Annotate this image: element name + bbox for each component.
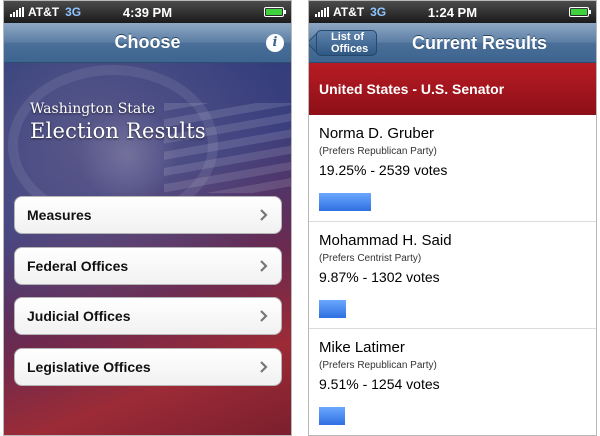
vote-bar bbox=[319, 193, 371, 211]
candidate-result: 9.87% - 1302 votes bbox=[319, 269, 440, 285]
candidate-result: 9.51% - 1254 votes bbox=[319, 376, 440, 392]
vote-bar bbox=[319, 407, 345, 425]
chevron-right-icon bbox=[260, 209, 268, 221]
battery-charging-icon bbox=[569, 7, 591, 17]
race-title-label: United States - U.S. Senator bbox=[319, 81, 505, 97]
candidate-row[interactable]: Mike Latimer (Prefers Republican Party) … bbox=[309, 329, 596, 435]
back-button[interactable]: List of Offices bbox=[316, 30, 378, 56]
menu-item-label: Federal Offices bbox=[27, 258, 129, 274]
network-type: 3G bbox=[370, 5, 387, 19]
battery-icon bbox=[264, 7, 286, 17]
candidate-name: Mohammad H. Said bbox=[319, 232, 452, 249]
candidate-party: (Prefers Centrist Party) bbox=[319, 253, 422, 264]
menu-item-federal-offices[interactable]: Federal Offices bbox=[14, 247, 282, 285]
candidate-party: (Prefers Republican Party) bbox=[319, 146, 437, 157]
chevron-right-icon bbox=[260, 260, 268, 272]
candidate-row[interactable]: Mohammad H. Said (Prefers Centrist Party… bbox=[309, 222, 596, 329]
menu-item-label: Judicial Offices bbox=[27, 308, 131, 324]
right-phone-screen: AT&T 3G 1:24 PM List of Offices Current … bbox=[308, 0, 597, 436]
vote-bar-track bbox=[319, 300, 579, 318]
chevron-right-icon bbox=[260, 310, 268, 322]
candidate-party: (Prefers Republican Party) bbox=[319, 360, 437, 371]
race-title: United States - U.S. Senator bbox=[309, 63, 596, 115]
brand-subtitle: Washington State bbox=[30, 101, 156, 117]
app-brand: Washington State Election Results bbox=[30, 101, 206, 143]
info-icon[interactable]: i bbox=[266, 34, 284, 52]
vote-bar-track bbox=[319, 193, 579, 211]
candidate-name: Mike Latimer bbox=[319, 339, 405, 356]
choose-background: Washington State Election Results Measur… bbox=[4, 63, 291, 435]
results-list[interactable]: Norma D. Gruber (Prefers Republican Part… bbox=[309, 115, 596, 435]
chevron-right-icon bbox=[260, 361, 268, 373]
candidate-name: Norma D. Gruber bbox=[319, 125, 435, 142]
status-bar: AT&T 3G 1:24 PM bbox=[309, 1, 596, 23]
network-type: 3G bbox=[65, 5, 82, 19]
menu-item-legislative-offices[interactable]: Legislative Offices bbox=[14, 348, 282, 386]
menu-item-label: Legislative Offices bbox=[27, 359, 151, 375]
signal-strength-icon bbox=[315, 7, 329, 17]
left-phone-screen: AT&T 3G 4:39 PM Choose i Washington Stat… bbox=[3, 0, 292, 436]
signal-strength-icon bbox=[10, 7, 24, 17]
carrier-name: AT&T bbox=[28, 5, 60, 19]
candidate-row[interactable]: Norma D. Gruber (Prefers Republican Part… bbox=[309, 115, 596, 222]
menu-item-label: Measures bbox=[27, 207, 92, 223]
brand-title: Election Results bbox=[30, 119, 206, 143]
nav-title: Choose bbox=[114, 32, 181, 52]
navigation-bar: List of Offices Current Results bbox=[309, 23, 596, 63]
menu-item-judicial-offices[interactable]: Judicial Offices bbox=[14, 297, 282, 335]
status-bar: AT&T 3G 4:39 PM bbox=[4, 1, 291, 23]
menu-item-measures[interactable]: Measures bbox=[14, 196, 282, 234]
carrier-name: AT&T bbox=[333, 5, 365, 19]
candidate-result: 19.25% - 2539 votes bbox=[319, 162, 448, 178]
navigation-bar: Choose i bbox=[4, 23, 291, 63]
vote-bar-track bbox=[319, 407, 579, 425]
back-button-label: List of Offices bbox=[331, 31, 369, 55]
nav-title: Current Results bbox=[412, 32, 548, 53]
vote-bar bbox=[319, 300, 346, 318]
